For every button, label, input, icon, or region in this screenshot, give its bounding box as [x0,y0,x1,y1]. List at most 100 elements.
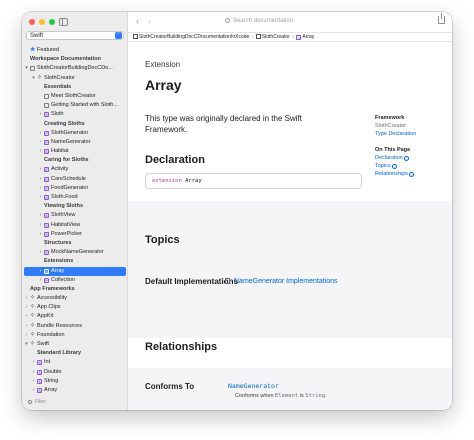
sidebar-item-label: Standard Library [37,350,82,357]
sidebar-item-slothview[interactable]: › S SlothView [22,211,128,220]
document-icon [44,103,49,109]
breadcrumb-doc[interactable]: SlothCreatorBuildingDocCDocumentationInX… [139,34,249,40]
chevron-circle-icon: › [403,156,409,161]
sidebar-item-featured[interactable]: ★ Featured [22,46,128,55]
chevron-right-icon[interactable]: › [38,138,43,147]
sidebar-item-string[interactable]: › S String [22,377,128,386]
forward-button[interactable]: › [148,16,151,26]
sidebar-item-label: Bundle Resources [37,322,82,329]
window-controls [29,19,55,25]
sidebar-section-extensions: Extensions [22,257,128,266]
chevron-right-icon[interactable]: › [38,175,43,184]
chevron-right-icon[interactable]: › [24,312,29,321]
on-page-link-relationships[interactable]: Relationships › [375,170,445,178]
chevron-right-icon[interactable]: › [24,303,29,312]
share-icon[interactable] [438,13,445,24]
zoom-window-button[interactable] [49,19,55,25]
chevron-right-icon[interactable]: › [38,221,43,230]
sidebar-item-bundle-resources[interactable]: › ⁘ Bundle Resources [22,322,128,331]
sidebar-item-habitatview[interactable]: › S HabitatView [22,221,128,230]
sidebar-item-getting-started-with-sloth[interactable]: Getting Started with Sloth... [22,101,128,110]
sidebar-item-array[interactable]: › S Array [24,266,126,276]
declaration-type: Array [185,178,202,184]
sidebar-item-double[interactable]: › S Double [22,368,128,377]
sidebar-filter-input[interactable]: Filter [26,398,124,406]
minimize-window-button[interactable] [39,19,45,25]
sidebar-item-label: Getting Started with Sloth... [51,102,118,109]
sidebar-item-powerpicker[interactable]: › S PowerPicker [22,230,128,239]
on-page-link-topics[interactable]: Topics › [375,162,445,170]
sidebar-item-int[interactable]: › S Int [22,358,128,367]
sidebar-item-collection[interactable]: › P Collection [22,276,128,285]
chevron-right-icon[interactable]: › [38,165,43,174]
structure-icon: S [44,149,49,155]
sidebar-item-accessibility[interactable]: › ⁘ Accessibility [22,294,128,303]
sidebar-item-namegenerator[interactable]: › P NameGenerator [22,138,128,147]
chevron-right-icon[interactable]: › [38,129,43,138]
sidebar-item-habitat[interactable]: › S Habitat [22,147,128,156]
sidebar-item-label: Activity [51,166,69,173]
on-this-page-heading: On This Page [375,147,411,153]
chevron-right-icon[interactable]: › [31,358,36,367]
sidebar-item-sloth-food[interactable]: › S Sloth.Food [22,193,128,202]
sidebar-item-array[interactable]: › S Array [22,386,128,395]
back-button[interactable]: ‹ [136,16,139,26]
sidebar-toggle-icon[interactable] [59,18,68,26]
sidebar-item-mocknamegenerator[interactable]: › S MockNameGenerator [22,248,128,257]
sidebar-item-swift[interactable]: ▾ ⁘ Swift [22,340,128,349]
on-page-link-declaration[interactable]: Declaration › [375,154,445,162]
chevron-right-icon[interactable]: › [24,322,29,331]
chevron-right-icon[interactable]: › [38,193,43,202]
search-field[interactable]: Search documentation [225,17,293,25]
chevron-down-icon[interactable]: ▾ [24,64,29,73]
sidebar-item-sloth[interactable]: › S Sloth [22,110,128,119]
chevron-right-icon[interactable]: › [38,267,43,276]
sidebar-item-slothgenerator[interactable]: › P SlothGenerator [22,129,128,138]
breadcrumb-symbol[interactable]: Array [302,34,314,40]
sidebar-item-slothcreator[interactable]: ▾ ⁘ SlothCreator [22,74,128,83]
chevron-right-icon[interactable]: › [31,377,36,386]
chevron-right-icon[interactable]: › [38,184,43,193]
chevron-right-icon[interactable]: › [24,294,29,303]
sidebar-section-essentials: Essentials [22,83,128,92]
document-icon [44,93,49,99]
chevron-down-icon[interactable]: ▾ [31,74,36,83]
structure-icon: S [37,369,42,375]
chevron-right-icon[interactable]: › [31,368,36,377]
sidebar-item-label: Int [44,359,51,366]
structure-icon: S [37,387,42,393]
chevron-right-icon[interactable]: › [31,386,36,395]
close-window-button[interactable] [29,19,35,25]
sidebar-item-label: Array [51,267,65,274]
structure-icon: S [44,268,49,274]
structure-icon: S [296,35,302,40]
chevron-right-icon[interactable]: › [24,331,29,340]
chevron-right-icon[interactable]: › [38,211,43,220]
conforms-to-link[interactable]: NameGenerator [228,382,279,390]
structure-icon: S [44,213,49,219]
default-implementations-link[interactable]: NameGenerator Implementations [225,277,338,286]
sidebar-item-meet-slothcreator[interactable]: Meet SlothCreator [22,92,128,101]
chevron-right-icon[interactable]: › [38,276,43,285]
sidebar-item-appkit[interactable]: › ⁘ AppKit [22,312,128,321]
sidebar-item-foodgenerator[interactable]: › P FoodGenerator [22,184,128,193]
sidebar-section-structures: Structures [22,239,128,248]
sidebar-item-app-clips[interactable]: › ⁘ App Clips [22,303,128,312]
declaration-code: extension Array [145,173,362,189]
sidebar-item-slothcreatorbuildingdoccdo[interactable]: ▾ SlothCreatorBuildingDocCDo... [22,64,128,73]
documentation-content: Extension Array This type was originally… [128,43,452,410]
chevron-right-icon[interactable]: › [38,230,43,239]
language-select[interactable]: Swift ⌃ [26,31,124,40]
chevron-right-icon[interactable]: › [38,248,43,257]
sidebar-item-label: Foundation [37,331,65,338]
sidebar-item-activity[interactable]: › E Activity [22,165,128,174]
chevron-down-icon[interactable]: ▾ [24,340,29,349]
breadcrumb-module[interactable]: SlothCreator [262,34,290,40]
type-declaration-link[interactable]: Type Declaration [375,130,445,138]
documentation-window: Swift ⌃ ★ Featured Workspace Documentation… [22,12,452,410]
chevron-right-icon[interactable]: › [38,147,43,156]
sidebar-item-careschedule[interactable]: › S CareSchedule [22,175,128,184]
sidebar-item-label: String [44,377,59,384]
sidebar-item-foundation[interactable]: › ⁘ Foundation [22,331,128,340]
chevron-right-icon[interactable]: › [38,110,43,119]
